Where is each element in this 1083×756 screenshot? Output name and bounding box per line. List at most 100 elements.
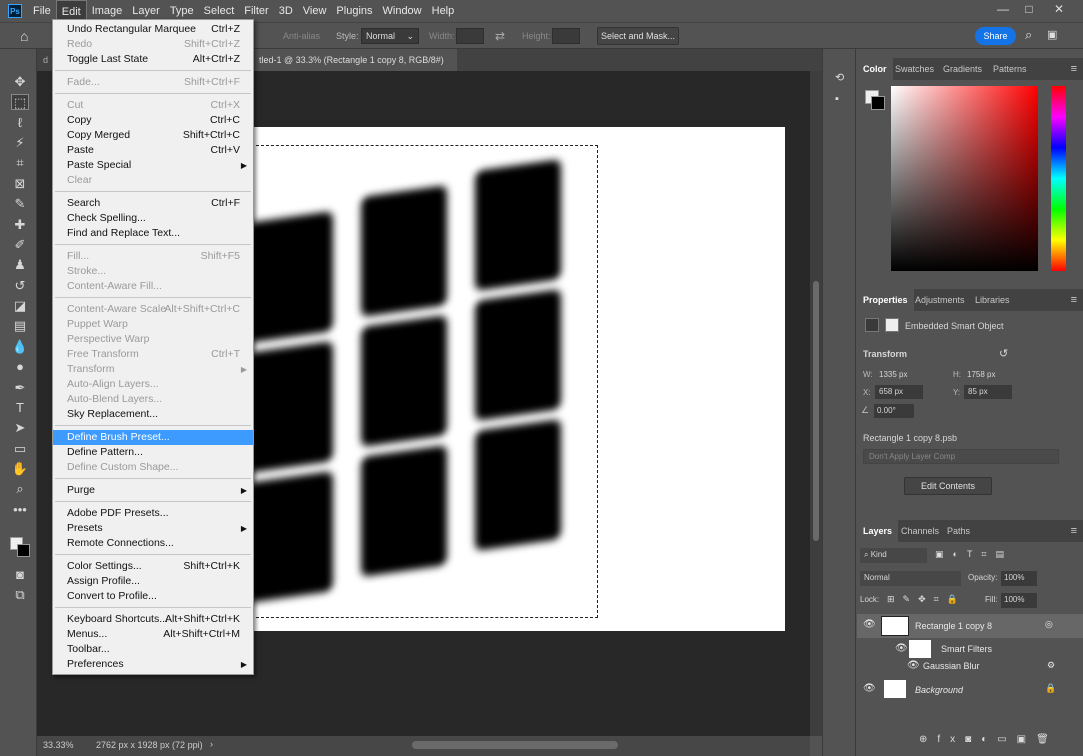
edit-menu-item[interactable]: Sky Replacement... (53, 407, 253, 422)
hand-tool-icon[interactable]: ✋ (11, 461, 29, 477)
zoom-tool-icon[interactable]: ⌕ (11, 481, 29, 497)
blur-tool-icon[interactable]: 💧 (11, 339, 29, 355)
vertical-scrollbar[interactable] (810, 71, 822, 736)
close-window-button[interactable]: ✕ (1048, 0, 1070, 18)
layer-row-background[interactable]: 👁 Background 🔒 (857, 678, 1083, 702)
edit-menu-item[interactable]: Paste Special ▶ (53, 158, 253, 173)
edit-menu-item[interactable]: Remote Connections... (53, 536, 253, 551)
opacity-input[interactable]: 100% (1001, 571, 1037, 586)
edit-menu-item[interactable]: Menus... Alt+Shift+Ctrl+M (53, 627, 253, 642)
panel-menu-icon[interactable]: ≡ (1071, 525, 1077, 537)
tab-properties[interactable]: Properties (857, 289, 914, 311)
tab-channels[interactable]: Channels (895, 520, 945, 542)
menu-view[interactable]: View (298, 0, 332, 22)
edit-menu-item[interactable]: Color Settings... Shift+Ctrl+K (53, 559, 253, 574)
layer-name[interactable]: Gaussian Blur (923, 661, 980, 671)
layer-row-gaussian-blur[interactable]: 👁 Gaussian Blur ⚙ (857, 658, 1083, 676)
marquee-tool-icon[interactable]: ⬚ (11, 94, 29, 110)
tab-patterns[interactable]: Patterns (987, 58, 1033, 80)
edit-menu-item[interactable]: Find and Replace Text... (53, 226, 253, 241)
layer-action-icons[interactable]: ⊕fx◙◐▭▣🗑 (919, 734, 1059, 745)
visibility-eye-icon[interactable]: 👁 (907, 660, 920, 671)
color-bg-swatch[interactable] (871, 96, 885, 110)
h-value[interactable]: 1758 px (967, 370, 995, 379)
layer-row-smart-filters[interactable]: 👁 Smart Filters (857, 638, 1083, 660)
scroll-thumb[interactable] (813, 281, 819, 541)
magic-wand-tool-icon[interactable]: ⚡ (11, 135, 29, 151)
x-input[interactable]: 658 px (875, 385, 923, 399)
pen-tool-icon[interactable]: ✒ (11, 380, 29, 396)
type-tool-icon[interactable]: T (11, 400, 29, 416)
home-icon[interactable]: ⌂ (20, 28, 36, 44)
height-input[interactable] (552, 28, 580, 44)
more-tools-icon[interactable]: ••• (11, 502, 29, 518)
fill-input[interactable]: 100% (1001, 593, 1037, 608)
style-select[interactable]: Normal ⌄ (361, 28, 419, 44)
move-tool-icon[interactable]: ✥ (11, 74, 29, 90)
brush-tool-icon[interactable]: ✐ (11, 237, 29, 253)
edit-menu-item[interactable]: Presets ▶ (53, 521, 253, 536)
visibility-eye-icon[interactable]: 👁 (863, 683, 876, 694)
menu-help[interactable]: Help (427, 0, 460, 22)
hue-slider[interactable] (1051, 86, 1066, 271)
mask-icon[interactable] (885, 318, 899, 332)
edit-menu-item[interactable]: Define Brush Preset... (53, 430, 253, 445)
antialias-label[interactable]: Anti-alias (283, 31, 320, 41)
layer-filter-icons[interactable]: ▣◐T⌗▤ (935, 549, 1013, 560)
tab-active-document[interactable]: tled-1 @ 33.3% (Rectangle 1 copy 8, RGB/… (253, 49, 457, 87)
minimize-button[interactable]: — (992, 0, 1014, 18)
workspace-icon[interactable]: ▣ (1047, 28, 1057, 41)
swap-icon[interactable]: ⇄ (495, 29, 505, 43)
menu-3d[interactable]: 3D (274, 0, 298, 22)
healing-tool-icon[interactable]: ✚ (11, 217, 29, 233)
y-input[interactable]: 85 px (964, 385, 1012, 399)
w-value[interactable]: 1335 px (879, 370, 907, 379)
rectangle-tool-icon[interactable]: ▭ (11, 441, 29, 457)
edit-menu-item[interactable]: Toggle Last State Alt+Ctrl+Z (53, 52, 253, 67)
color-field[interactable] (891, 86, 1038, 271)
layer-comp-select[interactable]: Don't Apply Layer Comp (863, 449, 1059, 464)
quick-mask-icon[interactable]: ◙ (11, 567, 29, 583)
share-button[interactable]: Share (975, 27, 1016, 45)
edit-menu-item[interactable]: Toolbar... (53, 642, 253, 657)
tab-paths[interactable]: Paths (941, 520, 976, 542)
tab-swatches[interactable]: Swatches (889, 58, 940, 80)
path-selection-icon[interactable]: ➤ (11, 420, 29, 436)
edit-menu-item[interactable]: Purge ▶ (53, 483, 253, 498)
tab-adjustments[interactable]: Adjustments (909, 289, 971, 311)
edit-menu-item[interactable]: Assign Profile... (53, 574, 253, 589)
menu-window[interactable]: Window (378, 0, 427, 22)
edit-menu-item[interactable]: Preferences ▶ (53, 657, 253, 672)
marquee-selection[interactable] (251, 145, 598, 618)
edit-menu-item[interactable]: Adobe PDF Presets... (53, 506, 253, 521)
restore-button[interactable]: □ (1018, 0, 1040, 18)
layer-row-rectangle[interactable]: 👁 Rectangle 1 copy 8 ◎ (857, 614, 1083, 638)
kind-filter-select[interactable]: ⌕ Kind (860, 548, 927, 563)
filter-options-icon[interactable]: ⚙ (1047, 660, 1055, 671)
blend-mode-select[interactable]: Normal (860, 571, 961, 586)
zoom-level[interactable]: 33.33% (43, 740, 74, 750)
panel-menu-icon[interactable]: ≡ (1071, 294, 1077, 306)
dodge-tool-icon[interactable]: ● (11, 359, 29, 375)
reset-transform-icon[interactable]: ↺ (999, 347, 1008, 360)
status-arrow-icon[interactable]: › (210, 739, 213, 749)
crop-tool-icon[interactable]: ⌗ (11, 155, 29, 171)
edit-menu-item[interactable]: Check Spelling... (53, 211, 253, 226)
history-brush-icon[interactable]: ↺ (11, 278, 29, 294)
edit-menu-item[interactable]: Copy Ctrl+C (53, 113, 253, 128)
tab-layers[interactable]: Layers (857, 520, 899, 542)
edit-menu-item[interactable]: Paste Ctrl+V (53, 143, 253, 158)
eyedropper-tool-icon[interactable]: ✎ (11, 196, 29, 212)
gradient-tool-icon[interactable]: ▤ (11, 318, 29, 334)
screen-mode-icon[interactable]: ⧉ (11, 587, 29, 603)
edit-menu-item[interactable]: Define Pattern... (53, 445, 253, 460)
horizontal-scroll-thumb[interactable] (412, 741, 618, 749)
search-icon[interactable]: ⌕ (1025, 27, 1032, 43)
lasso-tool-icon[interactable]: ℓ (11, 115, 29, 131)
history-panel-icon[interactable]: ⟲ (835, 71, 844, 84)
edit-menu-item[interactable]: Search Ctrl+F (53, 196, 253, 211)
frame-tool-icon[interactable]: ⊠ (11, 176, 29, 192)
tab-gradients[interactable]: Gradients (937, 58, 988, 80)
angle-input[interactable]: 0.00° (874, 404, 914, 418)
filter-mask-thumbnail[interactable] (909, 640, 931, 658)
